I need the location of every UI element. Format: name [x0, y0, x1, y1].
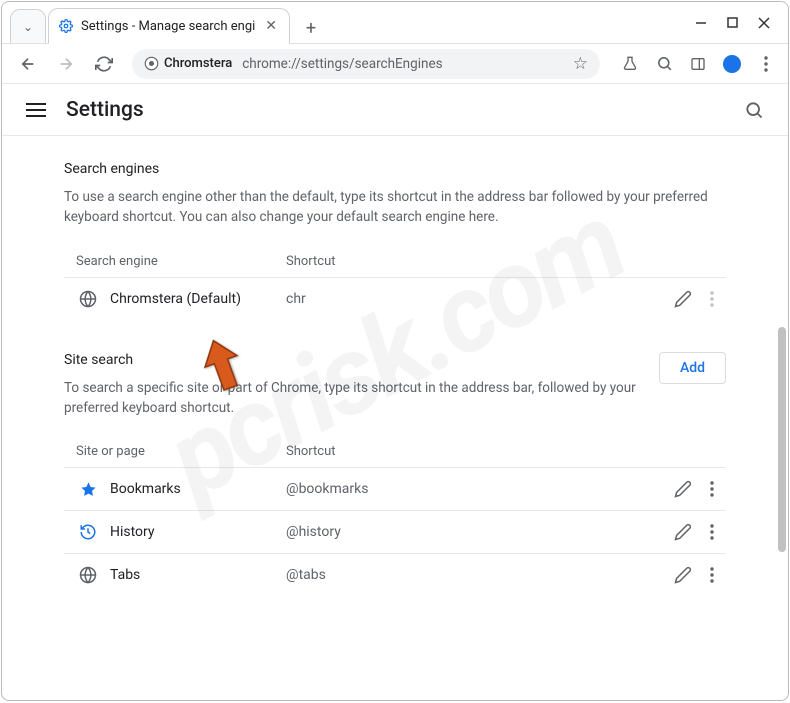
toolbar-right	[614, 55, 776, 73]
globe-icon	[76, 566, 100, 584]
background-tab-stub[interactable]: ⌄	[10, 9, 46, 43]
more-options-icon[interactable]	[710, 481, 714, 497]
tab-strip: ⌄ Settings - Manage search engi ✕ +	[2, 2, 677, 43]
more-options-icon[interactable]	[710, 524, 714, 540]
nav-back-button[interactable]	[14, 50, 42, 78]
edit-icon[interactable]	[674, 566, 692, 584]
site-shortcut: @history	[286, 524, 674, 540]
col-header-site: Site or page	[76, 444, 286, 459]
profile-avatar-icon[interactable]	[722, 55, 742, 73]
nav-forward-button[interactable]	[52, 50, 80, 78]
settings-content: Search engines To use a search engine ot…	[2, 137, 788, 620]
globe-icon	[76, 290, 100, 308]
window-controls	[677, 2, 788, 43]
site-shortcut: @tabs	[286, 567, 674, 583]
section-search-engines-desc: To use a search engine other than the de…	[64, 187, 726, 228]
gear-icon	[59, 19, 73, 33]
star-icon	[76, 481, 100, 498]
extension-flask-icon[interactable]	[620, 55, 640, 73]
add-button[interactable]: Add	[659, 352, 726, 384]
search-engine-row: Chromstera (Default) chr	[64, 277, 726, 320]
engine-shortcut: chr	[286, 291, 674, 307]
sidepanel-icon[interactable]	[688, 56, 708, 72]
hamburger-menu-icon[interactable]	[26, 102, 46, 118]
settings-search-icon[interactable]	[744, 100, 764, 120]
settings-header: Settings	[2, 84, 788, 136]
bookmark-star-icon[interactable]: ☆	[573, 54, 588, 74]
site-name: Tabs	[100, 567, 286, 583]
search-icon[interactable]	[654, 55, 674, 72]
site-name: Bookmarks	[100, 481, 286, 497]
history-icon	[76, 523, 100, 541]
edit-icon[interactable]	[674, 290, 692, 308]
engine-name: Chromstera (Default)	[100, 291, 286, 307]
browser-toolbar: Chromstera chrome://settings/searchEngin…	[2, 44, 788, 84]
site-search-row: History @history	[64, 510, 726, 553]
chevron-down-icon: ⌄	[23, 20, 33, 34]
more-options-icon[interactable]	[710, 291, 714, 307]
site-column-headers: Site or page Shortcut	[64, 436, 726, 467]
col-header-engine: Search engine	[76, 254, 286, 269]
window-maximize-icon[interactable]	[727, 17, 738, 28]
edit-icon[interactable]	[674, 480, 692, 498]
scrollbar-thumb[interactable]	[778, 327, 786, 552]
site-identity-label: Chromstera	[164, 56, 232, 71]
site-search-row: Bookmarks @bookmarks	[64, 467, 726, 510]
window-close-icon[interactable]	[758, 17, 770, 29]
reload-button[interactable]	[90, 50, 118, 78]
more-options-icon[interactable]	[710, 567, 714, 583]
site-shortcut: @bookmarks	[286, 481, 674, 497]
section-site-search-title: Site search	[64, 352, 641, 368]
new-tab-button[interactable]: +	[296, 18, 326, 39]
site-identity-chip[interactable]: Chromstera	[144, 56, 232, 71]
tab-active-settings[interactable]: Settings - Manage search engi ✕	[48, 8, 290, 44]
edit-icon[interactable]	[674, 523, 692, 541]
section-search-engines-title: Search engines	[64, 161, 726, 177]
search-engines-column-headers: Search engine Shortcut	[64, 246, 726, 277]
tab-close-icon[interactable]: ✕	[263, 16, 279, 36]
content-scroll-area[interactable]: Search engines To use a search engine ot…	[2, 137, 788, 700]
site-search-row: Tabs @tabs	[64, 553, 726, 596]
tab-title: Settings - Manage search engi	[81, 19, 255, 34]
url-text: chrome://settings/searchEngines	[242, 56, 563, 72]
window-titlebar: ⌄ Settings - Manage search engi ✕ +	[2, 2, 788, 44]
col-header-shortcut: Shortcut	[286, 254, 336, 269]
col-header-site-shortcut: Shortcut	[286, 444, 336, 459]
site-name: History	[100, 524, 286, 540]
kebab-menu-icon[interactable]	[756, 56, 776, 72]
window-minimize-icon[interactable]	[695, 17, 707, 29]
address-bar[interactable]: Chromstera chrome://settings/searchEngin…	[132, 49, 600, 79]
page-title: Settings	[66, 98, 144, 122]
section-site-search-desc: To search a specific site or part of Chr…	[64, 378, 641, 419]
chrome-icon	[144, 56, 159, 71]
